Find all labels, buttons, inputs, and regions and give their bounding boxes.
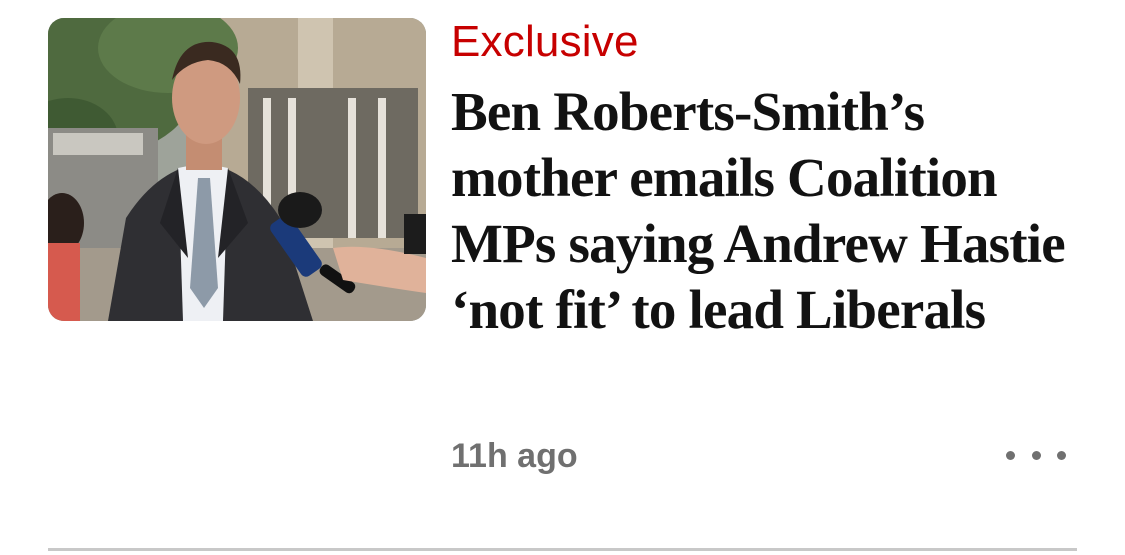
article-timestamp: 11h ago (451, 437, 578, 475)
article-card[interactable]: Exclusive Ben Roberts-Smith’s mother ema… (0, 0, 1125, 555)
card-divider (48, 548, 1077, 551)
article-headline[interactable]: Ben Roberts-Smith’s mother emails Coalit… (451, 79, 1091, 343)
article-thumbnail[interactable] (48, 18, 426, 321)
more-dot (1057, 450, 1066, 460)
more-options-icon[interactable] (1006, 440, 1066, 470)
photo-illustration (48, 18, 426, 321)
article-kicker: Exclusive (451, 17, 639, 66)
more-dot (1006, 450, 1015, 460)
more-dot (1031, 450, 1041, 460)
